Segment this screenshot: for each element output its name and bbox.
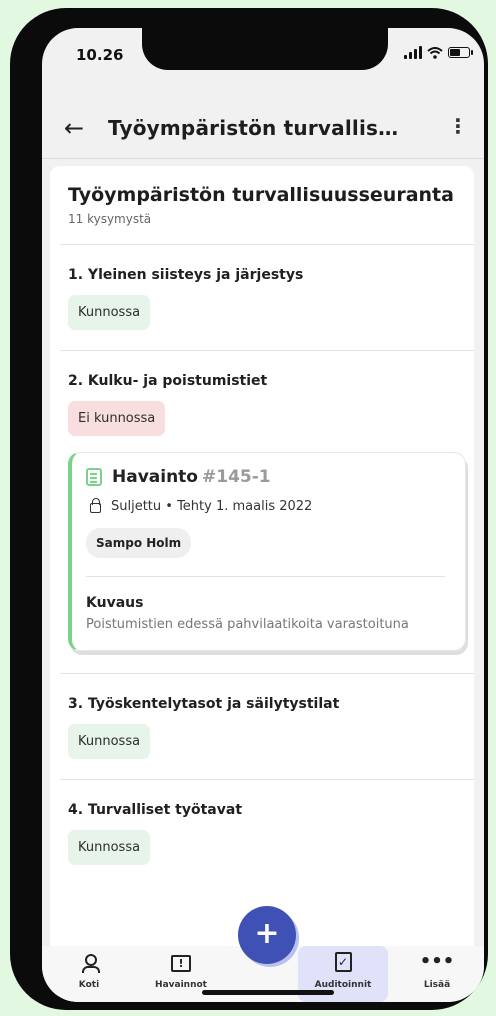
assignee-chip: Sampo Holm bbox=[86, 528, 192, 558]
finding-id: #145-1 bbox=[202, 467, 271, 487]
app-bar: ← Työympäristön turvallis… ⋮ bbox=[42, 98, 484, 158]
notch bbox=[142, 28, 388, 70]
finding-title: Havainto bbox=[112, 467, 198, 487]
divider bbox=[86, 576, 445, 577]
description-label: Kuvaus bbox=[86, 595, 144, 611]
more-horizontal-icon: ••• bbox=[419, 951, 455, 972]
question-title: 4. Turvalliset työtavat bbox=[68, 801, 243, 818]
question-count: 11 kysymystä bbox=[68, 212, 152, 226]
report-icon: ! bbox=[171, 955, 191, 972]
battery-icon bbox=[448, 47, 473, 58]
description-text: Poistumistien edessä pahvilaatikoita var… bbox=[86, 617, 409, 632]
nav-item-more[interactable]: ••• Lisää bbox=[392, 946, 482, 1002]
audit-title: Työympäristön turvallisuusseuranta bbox=[68, 184, 454, 206]
audit-header: Työympäristön turvallisuusseuranta 11 ky… bbox=[50, 166, 474, 226]
add-button[interactable]: + bbox=[238, 906, 296, 964]
question-title: 2. Kulku- ja poistumistiet bbox=[68, 373, 268, 389]
finding-status-row: Suljettu • Tehty 1. maalis 2022 bbox=[86, 498, 449, 514]
lock-icon bbox=[90, 498, 101, 513]
status-badge: Kunnossa bbox=[68, 829, 151, 865]
status-badge: Ei kunnossa bbox=[68, 401, 166, 436]
system-icons bbox=[404, 46, 473, 59]
nav-label: Auditoinnit bbox=[314, 980, 372, 990]
nav-label: Koti bbox=[78, 980, 100, 990]
person-icon bbox=[81, 954, 100, 973]
question-title: 1. Yleinen siisteys ja järjestys bbox=[68, 267, 304, 283]
status-badge: Kunnossa bbox=[68, 295, 151, 330]
back-arrow-icon[interactable]: ← bbox=[54, 114, 94, 142]
screen: 10.26 ← Työympäristön turvallis… ⋮ Työym… bbox=[42, 28, 484, 1002]
audit-content[interactable]: Työympäristön turvallisuusseuranta 11 ky… bbox=[50, 166, 474, 946]
question-item[interactable]: 1. Yleinen siisteys ja järjestys Kunnoss… bbox=[50, 245, 474, 330]
signal-icon bbox=[404, 46, 422, 59]
app-bar-title: Työympäristön turvallis… bbox=[108, 116, 399, 140]
question-item[interactable]: 4. Turvalliset työtavat Kunnossa bbox=[50, 780, 474, 865]
question-item[interactable]: 3. Työskentelytasot ja säilytystilat Kun… bbox=[50, 674, 474, 759]
phone-frame: 10.26 ← Työympäristön turvallis… ⋮ Työym… bbox=[10, 8, 488, 1010]
clipboard-check-icon: ✓ bbox=[334, 952, 352, 972]
question-title: 3. Työskentelytasot ja säilytystilat bbox=[68, 695, 340, 712]
wifi-icon bbox=[427, 46, 443, 59]
nav-label: Lisää bbox=[423, 980, 451, 990]
home-indicator[interactable] bbox=[202, 990, 334, 995]
finding-status: Suljettu • Tehty 1. maalis 2022 bbox=[111, 499, 313, 514]
more-vertical-icon[interactable]: ⋮ bbox=[448, 114, 468, 138]
nav-item-home[interactable]: Koti bbox=[44, 946, 134, 1002]
finding-header: Havainto #145-1 bbox=[86, 467, 449, 487]
status-time: 10.26 bbox=[76, 46, 124, 64]
nav-label: Havainnot bbox=[155, 980, 207, 990]
report-icon bbox=[86, 468, 102, 486]
app-bar-divider bbox=[42, 158, 484, 159]
finding-card[interactable]: Havainto #145-1 Suljettu • Tehty 1. maali… bbox=[68, 452, 466, 651]
status-bar: 10.26 bbox=[42, 28, 484, 92]
status-badge: Kunnossa bbox=[68, 723, 151, 759]
question-item[interactable]: 2. Kulku- ja poistumistiet Ei kunnossa bbox=[50, 351, 474, 436]
